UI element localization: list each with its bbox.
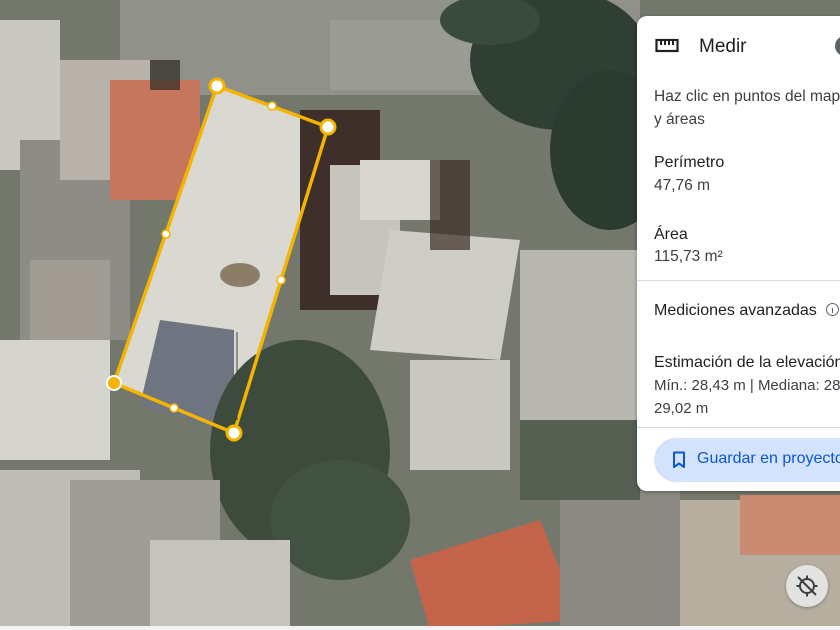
close-icon[interactable] (835, 36, 840, 56)
advanced-measurements-label[interactable]: Mediciones avanzadas (654, 302, 817, 320)
measure-hint: Haz clic en puntos del mapa y áreas (654, 85, 840, 131)
bottom-bar (0, 626, 840, 630)
elevation-stats-continued: 29,02 m (654, 400, 709, 417)
measurement-vertex (225, 424, 243, 442)
info-icon[interactable] (826, 303, 839, 316)
area-value: 115,73 m² (654, 248, 723, 265)
measure-panel-header: Medir (637, 16, 840, 76)
divider (637, 280, 840, 281)
divider (637, 427, 840, 428)
compass-button[interactable] (786, 565, 828, 607)
area-label: Área (654, 226, 688, 243)
compass-off-icon (796, 575, 818, 597)
measurement-midpoint (161, 229, 171, 239)
perimeter-label: Perímetro (654, 154, 725, 171)
measurement-midpoint (267, 101, 277, 111)
save-to-project-button[interactable]: Guardar en proyecto (654, 438, 840, 482)
save-to-project-label: Guardar en proyecto (697, 450, 840, 467)
measurement-midpoint (276, 275, 286, 285)
measurement-vertex (319, 118, 337, 136)
hint-line: y áreas (654, 111, 705, 128)
measurement-midpoint (169, 403, 179, 413)
measure-panel: Medir Haz clic en puntos del mapa y área… (637, 16, 840, 491)
panel-title: Medir (699, 36, 747, 57)
ruler-icon (655, 38, 679, 53)
elevation-stats: Mín.: 28,43 m | Mediana: 28 (654, 377, 840, 394)
bookmark-icon (673, 451, 685, 468)
measurement-vertex-active (106, 375, 122, 391)
hint-line: Haz clic en puntos del mapa (654, 88, 840, 105)
elevation-label: Estimación de la elevación (654, 354, 840, 371)
perimeter-value: 47,76 m (654, 177, 711, 194)
measurement-vertex (208, 77, 226, 95)
